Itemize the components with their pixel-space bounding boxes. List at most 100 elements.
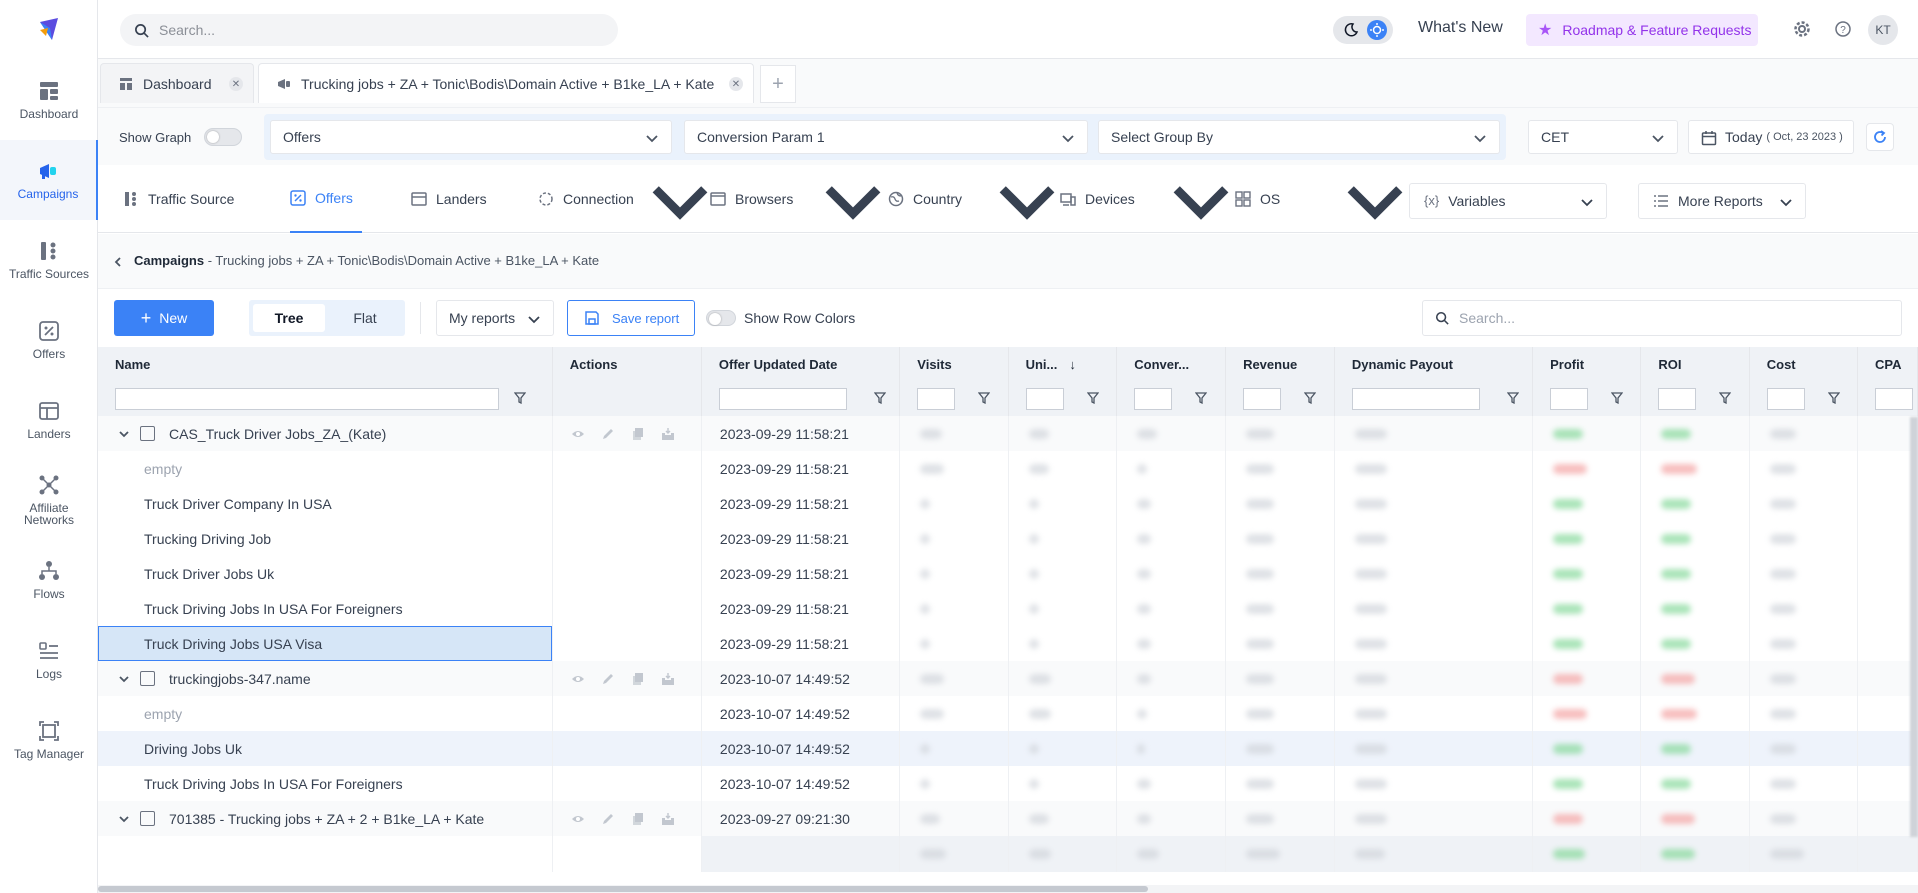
group-by-2-select[interactable]: Conversion Param 1 bbox=[684, 120, 1088, 154]
copy-icon[interactable] bbox=[631, 812, 645, 826]
column-filter-input[interactable] bbox=[1243, 388, 1282, 410]
timezone-select[interactable]: CET bbox=[1528, 120, 1678, 154]
column-filter-input[interactable] bbox=[1766, 388, 1805, 410]
name-cell[interactable]: Truck Driver Company In USA bbox=[98, 486, 553, 521]
sidebar-item-flows[interactable]: Flows bbox=[0, 540, 98, 620]
help-icon[interactable]: ? bbox=[1834, 20, 1852, 38]
column-header[interactable]: Dynamic Payout bbox=[1334, 347, 1534, 382]
table-row[interactable]: Driving Jobs Uk 2023-10-07 14:49:52 bbox=[98, 731, 1918, 766]
filter-funnel-icon[interactable] bbox=[1195, 392, 1208, 404]
filter-funnel-icon[interactable] bbox=[1611, 392, 1624, 404]
report-tab-offers[interactable]: Offers bbox=[290, 165, 362, 233]
show-row-colors-toggle[interactable] bbox=[706, 310, 736, 326]
add-tab-button[interactable]: + bbox=[760, 65, 796, 103]
filter-funnel-icon[interactable] bbox=[514, 392, 526, 404]
filter-funnel-icon[interactable] bbox=[1086, 392, 1099, 404]
edit-icon[interactable] bbox=[601, 812, 615, 826]
table-search[interactable] bbox=[1422, 300, 1902, 336]
sidebar-item-traffic-sources[interactable]: Traffic Sources bbox=[0, 220, 98, 300]
table-search-input[interactable] bbox=[1459, 310, 1879, 326]
show-row-colors[interactable]: Show Row Colors bbox=[706, 310, 855, 326]
filter-funnel-icon[interactable] bbox=[978, 392, 991, 404]
breadcrumb-root[interactable]: Campaigns bbox=[134, 253, 204, 268]
archive-icon[interactable] bbox=[661, 672, 675, 686]
table-group-row[interactable]: CAS_Truck Driver Jobs_ZA_(Kate) 2023-09-2… bbox=[98, 416, 1918, 451]
scrollbar-thumb[interactable] bbox=[98, 886, 1148, 892]
show-graph-toggle[interactable] bbox=[204, 128, 242, 146]
app-logo-icon[interactable] bbox=[36, 16, 62, 42]
name-cell[interactable]: Truck Driver Jobs Uk bbox=[98, 556, 553, 591]
table-row[interactable]: Trucking Driving Job 2023-09-29 11:58:21 bbox=[98, 521, 1918, 556]
column-filter-input[interactable] bbox=[1134, 388, 1173, 410]
column-filter-input[interactable] bbox=[1351, 388, 1480, 410]
sidebar-item-affiliate-networks[interactable]: Affiliate Networks bbox=[0, 460, 98, 540]
column-filter-input[interactable] bbox=[718, 388, 847, 410]
refresh-button[interactable] bbox=[1866, 123, 1894, 151]
eye-icon[interactable] bbox=[571, 812, 585, 826]
column-filter-input[interactable] bbox=[1550, 388, 1589, 410]
chevron-left-icon[interactable] bbox=[112, 256, 124, 268]
sidebar-item-tag-manager[interactable]: Tag Manager bbox=[0, 700, 98, 780]
column-header[interactable]: Visits bbox=[899, 347, 1009, 382]
column-header[interactable]: Revenue bbox=[1225, 347, 1335, 382]
chevron-down-icon[interactable] bbox=[118, 428, 130, 440]
chevron-down-icon[interactable] bbox=[1341, 165, 1409, 233]
filter-funnel-icon[interactable] bbox=[1506, 392, 1519, 404]
table-row[interactable]: Truck Driving Jobs In USA For Foreigners… bbox=[98, 766, 1918, 801]
chevron-down-icon[interactable] bbox=[118, 813, 130, 825]
chevron-down-icon[interactable] bbox=[1167, 165, 1235, 233]
column-header[interactable]: Profit bbox=[1532, 347, 1642, 382]
report-tab-devices[interactable]: Devices bbox=[1060, 165, 1135, 233]
table-row[interactable]: Truck Driver Jobs Uk 2023-09-29 11:58:21 bbox=[98, 556, 1918, 591]
column-filter-input[interactable] bbox=[115, 388, 499, 410]
name-cell[interactable]: truckingjobs-347.name bbox=[98, 661, 553, 696]
avatar[interactable]: KT bbox=[1868, 15, 1898, 45]
filter-funnel-icon[interactable] bbox=[1304, 392, 1317, 404]
report-tab-browsers[interactable]: Browsers bbox=[710, 165, 793, 233]
column-header[interactable]: Offer Updated Date bbox=[701, 347, 901, 382]
name-cell[interactable]: Trucking Driving Job bbox=[98, 521, 553, 556]
name-cell[interactable]: empty bbox=[98, 696, 553, 731]
column-header[interactable]: Uni... ↓ bbox=[1008, 347, 1118, 382]
sidebar-item-landers[interactable]: Landers bbox=[0, 380, 98, 460]
edit-icon[interactable] bbox=[601, 427, 615, 441]
report-tab-country[interactable]: Country bbox=[888, 165, 962, 233]
column-header[interactable]: Conver... bbox=[1116, 347, 1227, 382]
group-by-1-select[interactable]: Offers bbox=[270, 120, 672, 154]
column-filter-input[interactable] bbox=[1658, 388, 1697, 410]
new-button[interactable]: + New bbox=[114, 300, 214, 336]
column-header[interactable]: ROI bbox=[1640, 347, 1750, 382]
copy-icon[interactable] bbox=[631, 427, 645, 441]
horizontal-scrollbar[interactable] bbox=[98, 885, 1918, 893]
column-header[interactable]: Actions bbox=[552, 347, 702, 382]
filter-funnel-icon[interactable] bbox=[873, 392, 886, 404]
global-search-input[interactable] bbox=[159, 22, 599, 38]
edit-icon[interactable] bbox=[601, 672, 615, 686]
close-icon[interactable]: ✕ bbox=[229, 77, 243, 91]
chevron-down-icon[interactable] bbox=[118, 673, 130, 685]
filter-funnel-icon[interactable] bbox=[1827, 392, 1840, 404]
flat-view-button[interactable]: Flat bbox=[329, 304, 401, 332]
row-checkbox[interactable] bbox=[140, 426, 155, 441]
table-row[interactable]: empty 2023-10-07 14:49:52 bbox=[98, 696, 1918, 731]
sort-descending-icon[interactable]: ↓ bbox=[1069, 357, 1076, 372]
group-by-3-select[interactable]: Select Group By bbox=[1098, 120, 1500, 154]
report-tab-connection[interactable]: Connection bbox=[538, 165, 634, 233]
column-header[interactable]: CPA bbox=[1857, 347, 1918, 382]
table-row[interactable]: empty 2023-09-29 11:58:21 bbox=[98, 451, 1918, 486]
name-cell[interactable]: Truck Driving Jobs In USA For Foreigners bbox=[98, 766, 553, 801]
sidebar-item-campaigns[interactable]: Campaigns bbox=[0, 140, 98, 220]
tab-campaign[interactable]: Trucking jobs + ZA + Tonic\Bodis\Domain … bbox=[258, 63, 754, 103]
save-report-button[interactable]: Save report bbox=[567, 300, 695, 336]
name-cell[interactable]: Driving Jobs Uk bbox=[98, 731, 553, 766]
name-cell[interactable]: empty bbox=[98, 451, 553, 486]
name-cell[interactable]: Truck Driving Jobs In USA For Foreigners bbox=[98, 591, 553, 626]
global-search[interactable] bbox=[120, 14, 618, 46]
column-filter-input[interactable] bbox=[1875, 388, 1914, 410]
chevron-down-icon[interactable] bbox=[819, 165, 887, 233]
gear-icon[interactable] bbox=[1793, 20, 1811, 38]
theme-toggle[interactable] bbox=[1333, 16, 1393, 44]
column-header[interactable]: Cost bbox=[1749, 347, 1859, 382]
eye-icon[interactable] bbox=[571, 672, 585, 686]
copy-icon[interactable] bbox=[631, 672, 645, 686]
